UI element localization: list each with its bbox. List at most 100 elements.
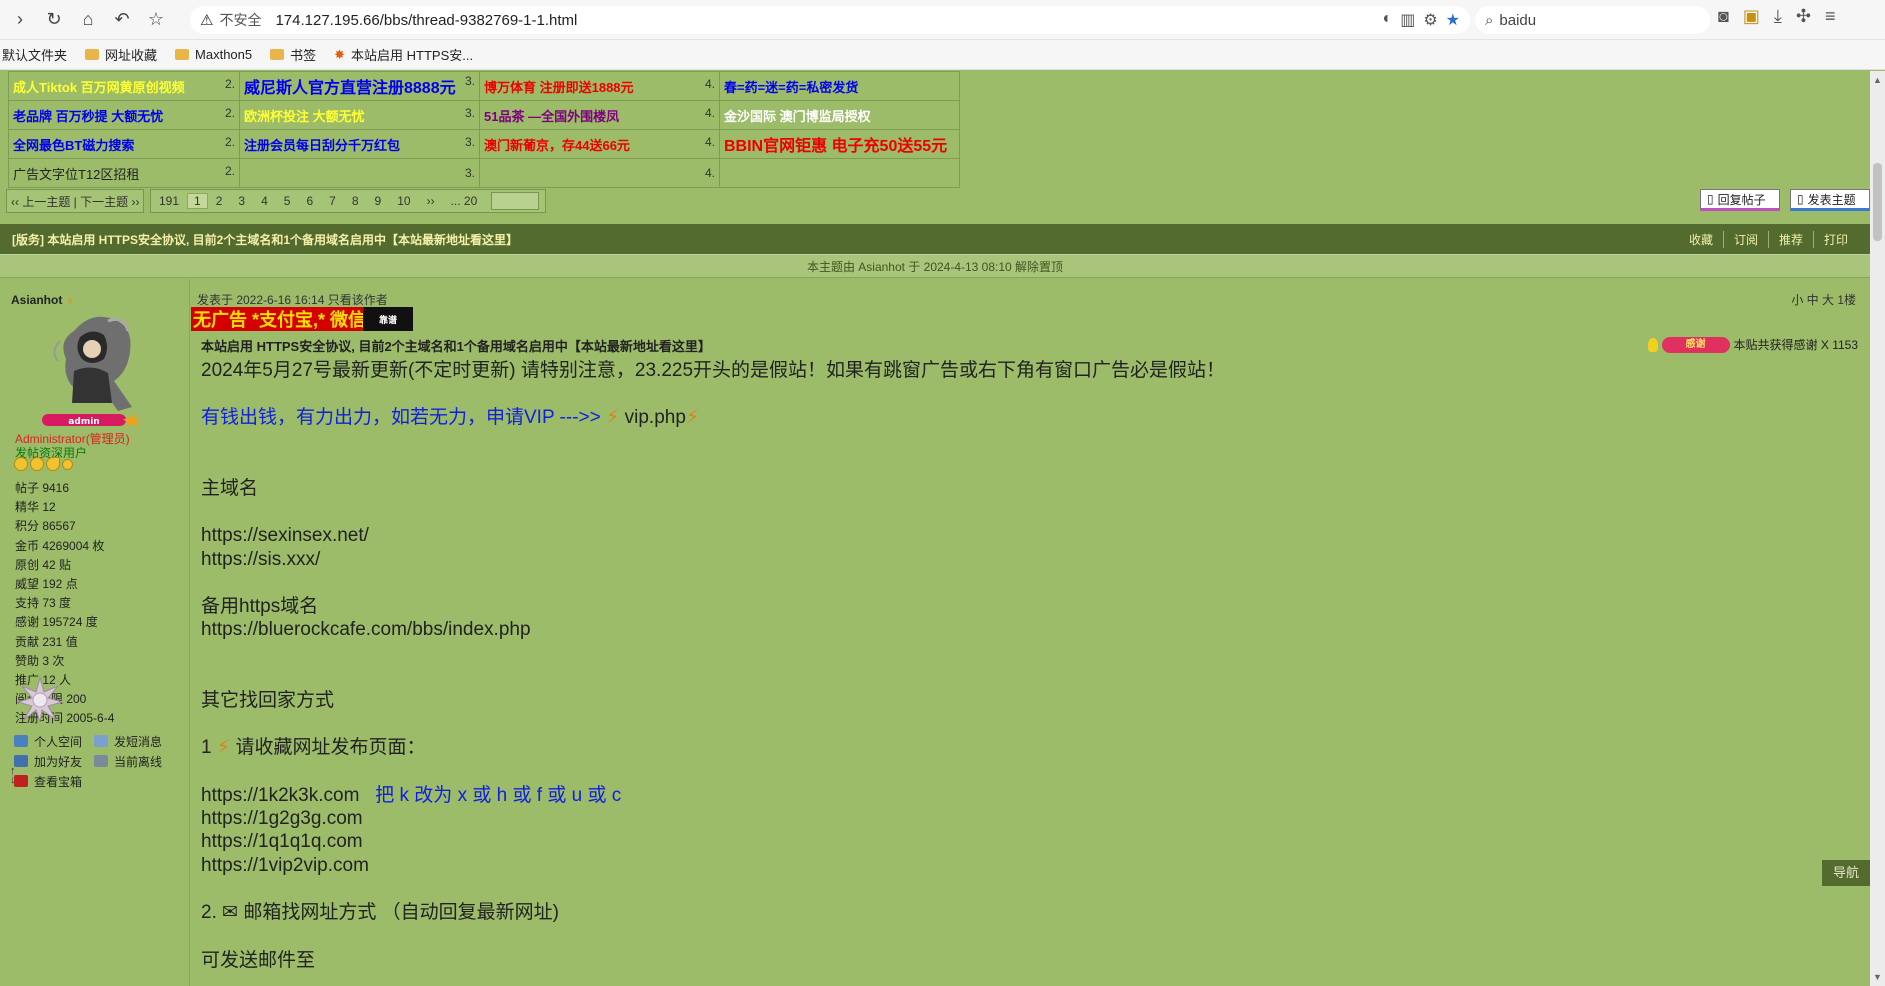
ad-link[interactable]: 广告文字位T12区招租 — [13, 167, 139, 182]
subscribe-link[interactable]: 订阅 — [1722, 230, 1768, 248]
send-message-link[interactable]: 发短消息 — [94, 732, 162, 752]
ad-link[interactable]: 51品茶 —全国外围楼凤 — [484, 109, 619, 124]
ad-cell: 成人Tiktok 百万网黄原创视频 2. — [8, 71, 240, 101]
address-bar[interactable]: ⚠ 不安全 174.127.195.66/bbs/thread-9382769-… — [190, 6, 1470, 34]
avatar[interactable] — [44, 311, 140, 415]
page-5[interactable]: 5 — [276, 194, 299, 208]
thanks-counter: 感谢 本贴共获得感谢 X 1153 — [1647, 336, 1858, 353]
ad-cell: 注册会员每日刮分千万红包 3. — [239, 129, 480, 159]
next-page[interactable]: ›› — [419, 194, 443, 208]
favorite-icon[interactable]: ★ — [1446, 10, 1460, 30]
folder-icon — [270, 49, 285, 60]
stat-points: 积分 86567 — [15, 519, 76, 534]
reload-icon[interactable]: ↻ — [40, 6, 68, 34]
url-text[interactable]: 174.127.195.66/bbs/thread-9382769-1-1.ht… — [275, 12, 577, 29]
forward-icon[interactable]: › — [6, 6, 34, 34]
home-space-icon — [14, 735, 28, 747]
bookmark-site-https[interactable]: ✸ 本站启用 HTTPS安... — [334, 45, 473, 64]
author-name[interactable]: Asianhot ▼ — [11, 293, 75, 307]
screenshot-icon[interactable]: ◙ — [1718, 6, 1729, 27]
search-input[interactable]: baidu — [1499, 12, 1536, 29]
ad-link[interactable]: 全网最色BT磁力搜索 — [13, 138, 134, 153]
extension-icon[interactable]: ⚙ — [1423, 10, 1437, 30]
scroll-down-icon[interactable]: ▼ — [1873, 972, 1882, 982]
search-box[interactable]: ⌕ baidu — [1475, 6, 1710, 34]
new-topic-button[interactable]: ▯ 发表主题 — [1790, 189, 1870, 211]
bookmark-favorites[interactable]: 网址收藏 — [85, 45, 157, 64]
reader-icon[interactable]: ▥ — [1400, 10, 1415, 30]
add-friend-link[interactable]: 加为好友 — [14, 752, 82, 772]
other-methods-label: 其它找回家方式 — [201, 689, 335, 711]
new-topic-icon: ▯ — [1797, 192, 1804, 206]
ad-cell: 澳门新葡京，存44送66元 4. — [479, 129, 720, 159]
thanks-badge[interactable]: 感谢 — [1661, 336, 1730, 353]
undo-icon[interactable]: ↶ — [108, 6, 136, 34]
page-scrollbar[interactable]: ▲ ▼ — [1870, 71, 1885, 986]
ad-link[interactable]: 金沙国际 澳门博监局授权 — [724, 109, 871, 124]
thread-title[interactable]: [版务] 本站启用 HTTPS安全协议, 目前2个主域名和1个备用域名启用中【本… — [12, 231, 518, 248]
add-friend-icon — [14, 755, 28, 767]
scrollbar-thumb[interactable] — [1873, 163, 1882, 241]
personal-space-link[interactable]: 个人空间 — [14, 732, 82, 752]
stat-support: 支持 73 度 — [15, 596, 72, 611]
page-4[interactable]: 4 — [253, 194, 276, 208]
page-10[interactable]: 10 — [389, 194, 418, 208]
ad-slot-number: 3. — [464, 74, 475, 88]
page-7[interactable]: 7 — [321, 194, 344, 208]
search-icon: ⌕ — [1485, 11, 1494, 29]
ad-link[interactable]: 春=药=迷=药=私密发货 — [724, 80, 858, 95]
domain-link-1[interactable]: https://sexinsex.net/ — [201, 524, 1701, 547]
ad-link[interactable]: 成人Tiktok 百万网黄原创视频 — [13, 80, 185, 95]
page-9[interactable]: 9 — [367, 194, 390, 208]
vip-link[interactable]: vip.php — [625, 407, 686, 428]
page-2[interactable]: 2 — [208, 194, 231, 208]
menu-icon[interactable]: ≡ — [1825, 6, 1836, 27]
offline-status: 当前离线 — [94, 752, 162, 772]
read-aloud-icon[interactable]: ◐ — [1383, 10, 1393, 30]
ad-banner-text: 无广告 *支付宝,* 微信 — [193, 310, 367, 330]
reply-button[interactable]: ▯ 回复帖子 — [1700, 189, 1780, 211]
domain-link-2[interactable]: https://sis.xxx/ — [201, 548, 1701, 571]
bulb-icon — [1647, 337, 1658, 352]
update-notice: 2024年5月27号最新更新(不定时更新) 请特别注意，23.225开头的是假站… — [201, 360, 1226, 381]
recommend-link[interactable]: 推荐 — [1767, 230, 1813, 248]
ad-link[interactable]: 老品牌 百万秒提 大额无忧 — [13, 109, 163, 124]
ad-link[interactable]: BBIN官网钜惠 电子充50送55元 — [724, 138, 947, 155]
scroll-up-icon[interactable]: ▲ — [1873, 75, 1882, 85]
view-treasure-link[interactable]: 查看宝箱 — [14, 772, 82, 792]
ad-link[interactable]: 注册会员每日刮分千万红包 — [244, 138, 400, 153]
page-jump-input[interactable] — [491, 192, 540, 210]
notes-icon[interactable]: ▣ — [1743, 6, 1760, 27]
bookmark-maxthon[interactable]: Maxthon5 — [175, 47, 252, 62]
ad-link[interactable]: 威尼斯人官方直营注册8888元 — [244, 80, 456, 97]
last-page[interactable]: ... 20 — [443, 194, 486, 208]
backup-link-1[interactable]: https://bluerockcafe.com/bbs/index.php — [201, 618, 1701, 641]
page-6[interactable]: 6 — [298, 194, 321, 208]
star-icon[interactable]: ☆ — [142, 6, 170, 34]
site-link-4[interactable]: https://1vip2vip.com — [201, 854, 1701, 877]
download-icon[interactable]: ⤓ — [1774, 6, 1782, 27]
bookmark-default-folder[interactable]: 默认文件夹 — [2, 45, 67, 64]
ad-cell: 3. — [239, 158, 480, 188]
prev-next-thread[interactable]: ‹‹ 上一主题 | 下一主题 ›› — [6, 189, 145, 213]
favorite-link[interactable]: 收藏 — [1679, 231, 1723, 248]
ad-slot-number: 2. — [224, 134, 235, 149]
ad-slot-number: 4. — [704, 166, 715, 180]
ad-link[interactable]: 澳门新葡京，存44送66元 — [484, 138, 630, 153]
page-8[interactable]: 8 — [344, 194, 367, 208]
site-link-2[interactable]: https://1g2g3g.com — [201, 807, 1701, 830]
home-icon[interactable]: ⌂ — [74, 6, 102, 34]
site-link-3[interactable]: https://1q1q1q.com — [201, 830, 1701, 853]
dropdown-icon[interactable]: ▼ — [66, 296, 75, 306]
font-size-floor[interactable]: 小 中 大 1楼 — [1791, 291, 1856, 308]
bookmark-bookmarks[interactable]: 书签 — [270, 45, 316, 64]
ad-slot-number: 4. — [704, 134, 715, 149]
ad-link[interactable]: 欧洲杯投注 大额无忧 — [244, 109, 365, 124]
nav-button[interactable]: 导航 — [1822, 860, 1870, 886]
page-3[interactable]: 3 — [230, 194, 253, 208]
extensions-icon[interactable]: ✣ — [1796, 6, 1811, 27]
page-1[interactable]: 1 — [187, 193, 208, 209]
print-link[interactable]: 打印 — [1812, 230, 1858, 248]
ad-banner[interactable]: 无广告 *支付宝,* 微信 靠谱 — [191, 307, 413, 331]
ad-link[interactable]: 博万体育 注册即送1888元 — [484, 80, 634, 95]
